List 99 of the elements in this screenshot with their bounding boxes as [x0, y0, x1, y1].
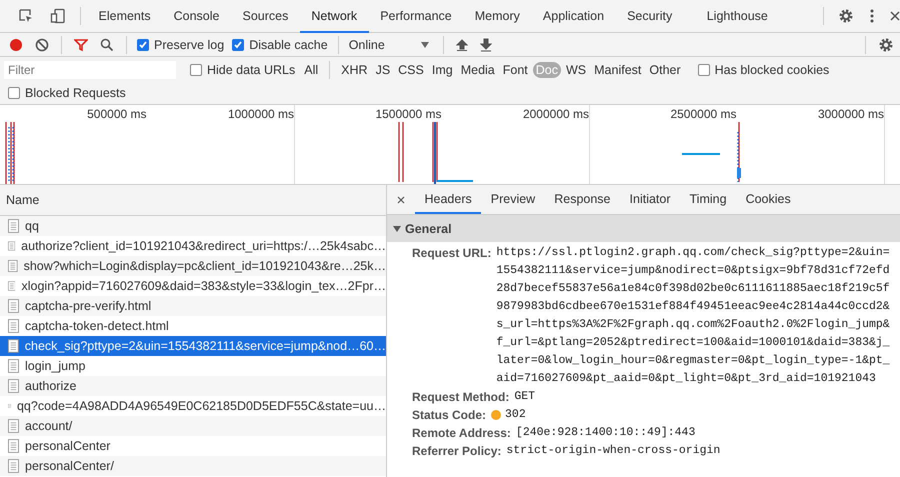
- blocked-requests-checkbox[interactable]: Blocked Requests: [8, 86, 126, 100]
- search-icon[interactable]: [100, 38, 114, 52]
- request-name: qq: [25, 219, 39, 233]
- filter-icon[interactable]: [74, 38, 88, 52]
- tick-label: 3000000 ms: [816, 106, 885, 120]
- document-icon: [8, 359, 19, 373]
- header-label: Remote Address:: [412, 425, 511, 442]
- header-value: https://ssl.ptlogin2.graph.qq.com/check_sig?pttype=2&uin=1554382111&service=jump&nodirect=0&ptsigx=9bf78d31cf72efd28d7becef55837e56a1e84c0f398d02be0c6111611885aec18f219c5f9879983bd6cdbee670e1531ef884f49451eeac9ee4c2814a44c0ccd2&s_url=https%3A%2F%2Fgraph.qq.com%2Foauth2.0%2Flogin_jump&f_url=&ptlang=2052&ptredirect=100&aid=1000101&daid=383&j_later=0&low_login_hour=0&regmaster=0&pt_login_type=-1&pt_aid=716027609&pt_aaid=0&pt_light=0&pt_3rd_aid=101921043: [496, 245, 891, 387]
- header-value: [240e:928:1400:10::49]:443: [516, 425, 696, 441]
- close-icon[interactable]: [397, 196, 405, 204]
- request-name: check_sig?pttype=2&uin=1554382111&service=jump&nod…60…: [24, 339, 386, 353]
- header-label: Request Method:: [412, 389, 510, 406]
- type-filter[interactable]: JS: [372, 62, 394, 78]
- preserve-log-checkbox[interactable]: Preserve log: [137, 38, 224, 52]
- request-row[interactable]: authorize: [0, 376, 386, 396]
- request-row[interactable]: check_sig?pttype=2&uin=1554382111&service=jump&nod…60…: [0, 336, 386, 356]
- throttling-dropdown[interactable]: Online: [344, 38, 437, 52]
- document-icon: [8, 219, 19, 233]
- request-row[interactable]: show?which=Login&display=pc&client_id=101921043&re…25k…: [0, 256, 386, 276]
- status-dot-icon: [491, 410, 502, 420]
- header-value: strict-origin-when-cross-origin: [506, 443, 720, 459]
- tick-label: 500000 ms: [86, 106, 148, 120]
- caret-icon: [420, 42, 429, 48]
- tick-label: 1000000 ms: [226, 106, 295, 120]
- detail-tab[interactable]: Timing: [680, 185, 736, 214]
- settings-icon[interactable]: [838, 8, 854, 24]
- detail-tab[interactable]: Initiator: [620, 185, 680, 214]
- request-name: captcha-token-detect.html: [25, 319, 169, 333]
- detail-tab[interactable]: Cookies: [736, 185, 800, 214]
- document-icon: [8, 279, 16, 293]
- inspect-icon[interactable]: [18, 8, 34, 24]
- settings-icon[interactable]: [878, 36, 894, 52]
- type-filter[interactable]: WS: [563, 62, 590, 78]
- blocked-cookies-checkbox[interactable]: Has blocked cookies: [698, 62, 830, 76]
- type-filter[interactable]: XHR: [338, 62, 371, 78]
- header-label: Status Code:: [412, 407, 486, 424]
- document-icon: [8, 299, 19, 313]
- type-filter[interactable]: Manifest: [591, 62, 644, 78]
- request-name: account/: [25, 419, 72, 433]
- section-title: General: [405, 222, 452, 236]
- request-row[interactable]: captcha-pre-verify.html: [0, 296, 386, 316]
- panel-tab[interactable]: Sources: [230, 0, 300, 32]
- check-icon: [233, 40, 244, 50]
- request-row[interactable]: personalCenter/: [0, 456, 386, 476]
- caret-icon: [393, 226, 401, 232]
- document-icon: [8, 439, 19, 453]
- download-icon[interactable]: [480, 38, 492, 52]
- header-label: Referrer Policy:: [412, 443, 502, 460]
- check-icon: [138, 40, 148, 50]
- panel-tab[interactable]: Lighthouse: [684, 0, 791, 32]
- tick-label: 1500000 ms: [374, 106, 442, 120]
- upload-icon[interactable]: [456, 38, 468, 52]
- request-name: xlogin?appid=716027609&daid=383&style=33&login_tex…2Fpr…: [21, 279, 386, 293]
- type-filter[interactable]: Font: [500, 62, 531, 78]
- document-icon: [8, 339, 19, 353]
- panel-tab[interactable]: Console: [162, 0, 231, 32]
- section-header[interactable]: General: [387, 215, 900, 242]
- request-row[interactable]: qq: [0, 216, 386, 236]
- type-filter[interactable]: Img: [428, 62, 456, 78]
- panel-tab[interactable]: Performance: [368, 0, 464, 32]
- type-filter[interactable]: All: [301, 62, 322, 78]
- document-icon: [8, 419, 19, 433]
- document-icon: [8, 459, 19, 473]
- device-icon[interactable]: [50, 8, 66, 24]
- panel-tab[interactable]: Application: [531, 0, 616, 32]
- header-value: 302: [505, 407, 526, 423]
- request-name: show?which=Login&display=pc&client_id=101921043&re…25k…: [24, 259, 386, 273]
- type-filter[interactable]: Other: [646, 62, 684, 78]
- request-name: login_jump: [25, 359, 86, 373]
- type-filter[interactable]: Media: [458, 62, 498, 78]
- document-icon: [8, 319, 19, 333]
- tick-label: 2000000 ms: [522, 106, 590, 120]
- detail-tab[interactable]: Preview: [481, 185, 545, 214]
- request-row[interactable]: account/: [0, 416, 386, 436]
- request-name: qq?code=4A98ADD4A96549E0C62185D0D5EDF55C&state=uu…: [16, 399, 386, 413]
- record-icon[interactable]: [9, 38, 23, 52]
- document-icon: [8, 239, 16, 253]
- detail-tab[interactable]: Response: [544, 185, 620, 214]
- request-name: authorize?client_id=101921043&redirect_uri=https:/…25k4sabc…: [21, 239, 386, 253]
- type-filter[interactable]: CSS: [395, 62, 427, 78]
- disable-cache-checkbox[interactable]: Disable cache: [232, 38, 328, 52]
- panel-tab[interactable]: Elements: [87, 0, 162, 32]
- header-label: Request URL:: [412, 245, 492, 262]
- header-value: GET: [514, 389, 536, 405]
- request-name: personalCenter: [25, 439, 110, 453]
- clear-icon[interactable]: [35, 38, 49, 52]
- more-icon[interactable]: [870, 8, 874, 24]
- request-name: captcha-pre-verify.html: [25, 299, 152, 313]
- request-name: authorize: [25, 379, 76, 393]
- panel-tab[interactable]: Security: [616, 0, 684, 32]
- panel-tab[interactable]: Memory: [463, 0, 532, 32]
- request-name: personalCenter/: [25, 459, 114, 473]
- document-icon: [8, 259, 18, 273]
- filter-field[interactable]: Filter: [4, 60, 176, 78]
- document-icon: [8, 379, 19, 393]
- tick-label: 2500000 ms: [669, 106, 738, 120]
- hide-data-urls-checkbox[interactable]: Hide data URLs: [190, 62, 296, 76]
- close-icon[interactable]: [890, 10, 900, 22]
- column-header[interactable]: Name: [0, 185, 386, 216]
